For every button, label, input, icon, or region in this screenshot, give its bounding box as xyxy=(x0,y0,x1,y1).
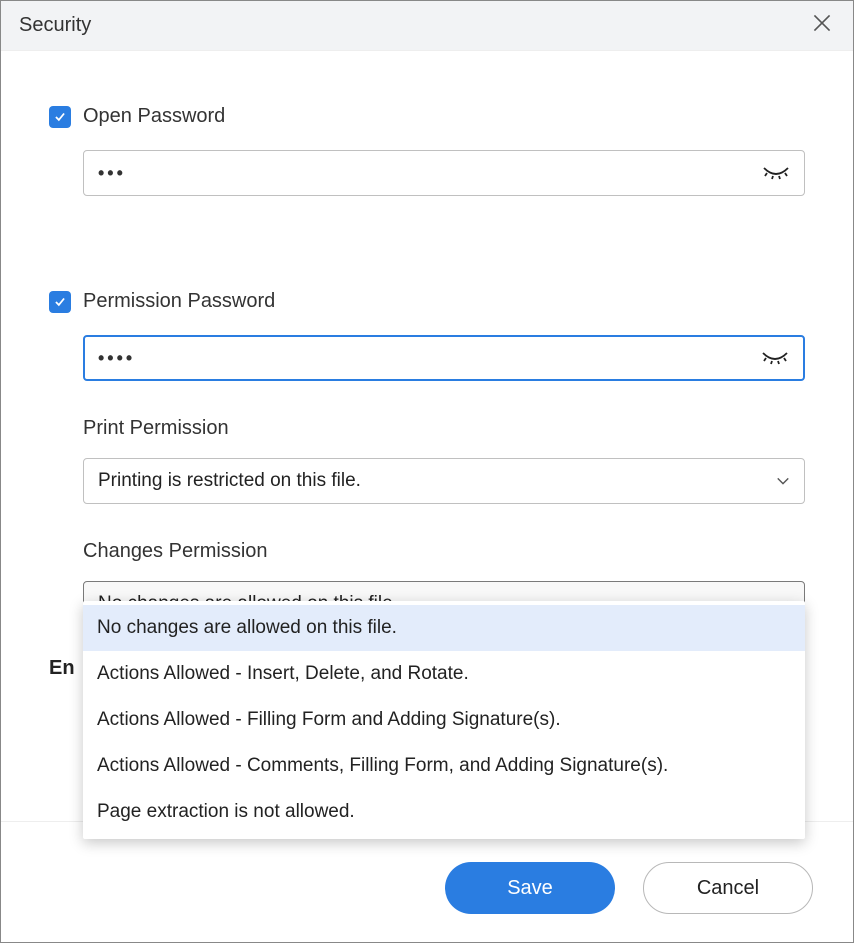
print-permission-value: Printing is restricted on this file. xyxy=(98,470,361,492)
open-password-input[interactable]: ••• xyxy=(83,150,805,196)
dialog-titlebar: Security xyxy=(1,1,853,51)
permission-password-label: Permission Password xyxy=(83,290,275,313)
changes-permission-dropdown: No changes are allowed on this file. Act… xyxy=(83,601,805,839)
dialog-title: Security xyxy=(19,14,91,37)
save-button[interactable]: Save xyxy=(445,862,615,914)
changes-permission-label: Changes Permission xyxy=(83,540,805,563)
open-password-value: ••• xyxy=(98,163,126,184)
changes-option[interactable]: Actions Allowed - Filling Form and Addin… xyxy=(83,697,805,743)
changes-option[interactable]: Actions Allowed - Insert, Delete, and Ro… xyxy=(83,651,805,697)
open-password-checkbox[interactable] xyxy=(49,106,71,128)
print-permission-label: Print Permission xyxy=(83,417,805,440)
eye-closed-icon[interactable] xyxy=(761,349,789,367)
permission-password-section: Permission Password •••• Print Permissio… xyxy=(49,290,805,627)
encryption-label: En xyxy=(49,657,77,680)
close-icon[interactable] xyxy=(809,10,835,41)
dialog-footer: Save Cancel xyxy=(445,862,813,914)
permission-password-input[interactable]: •••• xyxy=(83,335,805,381)
changes-option[interactable]: No changes are allowed on this file. xyxy=(83,605,805,651)
changes-option[interactable]: Page extraction is not allowed. xyxy=(83,789,805,835)
permission-password-value: •••• xyxy=(98,348,135,369)
permission-password-checkbox[interactable] xyxy=(49,291,71,313)
chevron-down-icon xyxy=(776,476,790,486)
cancel-button[interactable]: Cancel xyxy=(643,862,813,914)
eye-closed-icon[interactable] xyxy=(762,164,790,182)
open-password-section: Open Password ••• xyxy=(49,105,805,196)
print-permission-select[interactable]: Printing is restricted on this file. xyxy=(83,458,805,504)
print-permission-group: Print Permission Printing is restricted … xyxy=(83,417,805,504)
changes-option[interactable]: Actions Allowed - Comments, Filling Form… xyxy=(83,743,805,789)
open-password-label: Open Password xyxy=(83,105,225,128)
